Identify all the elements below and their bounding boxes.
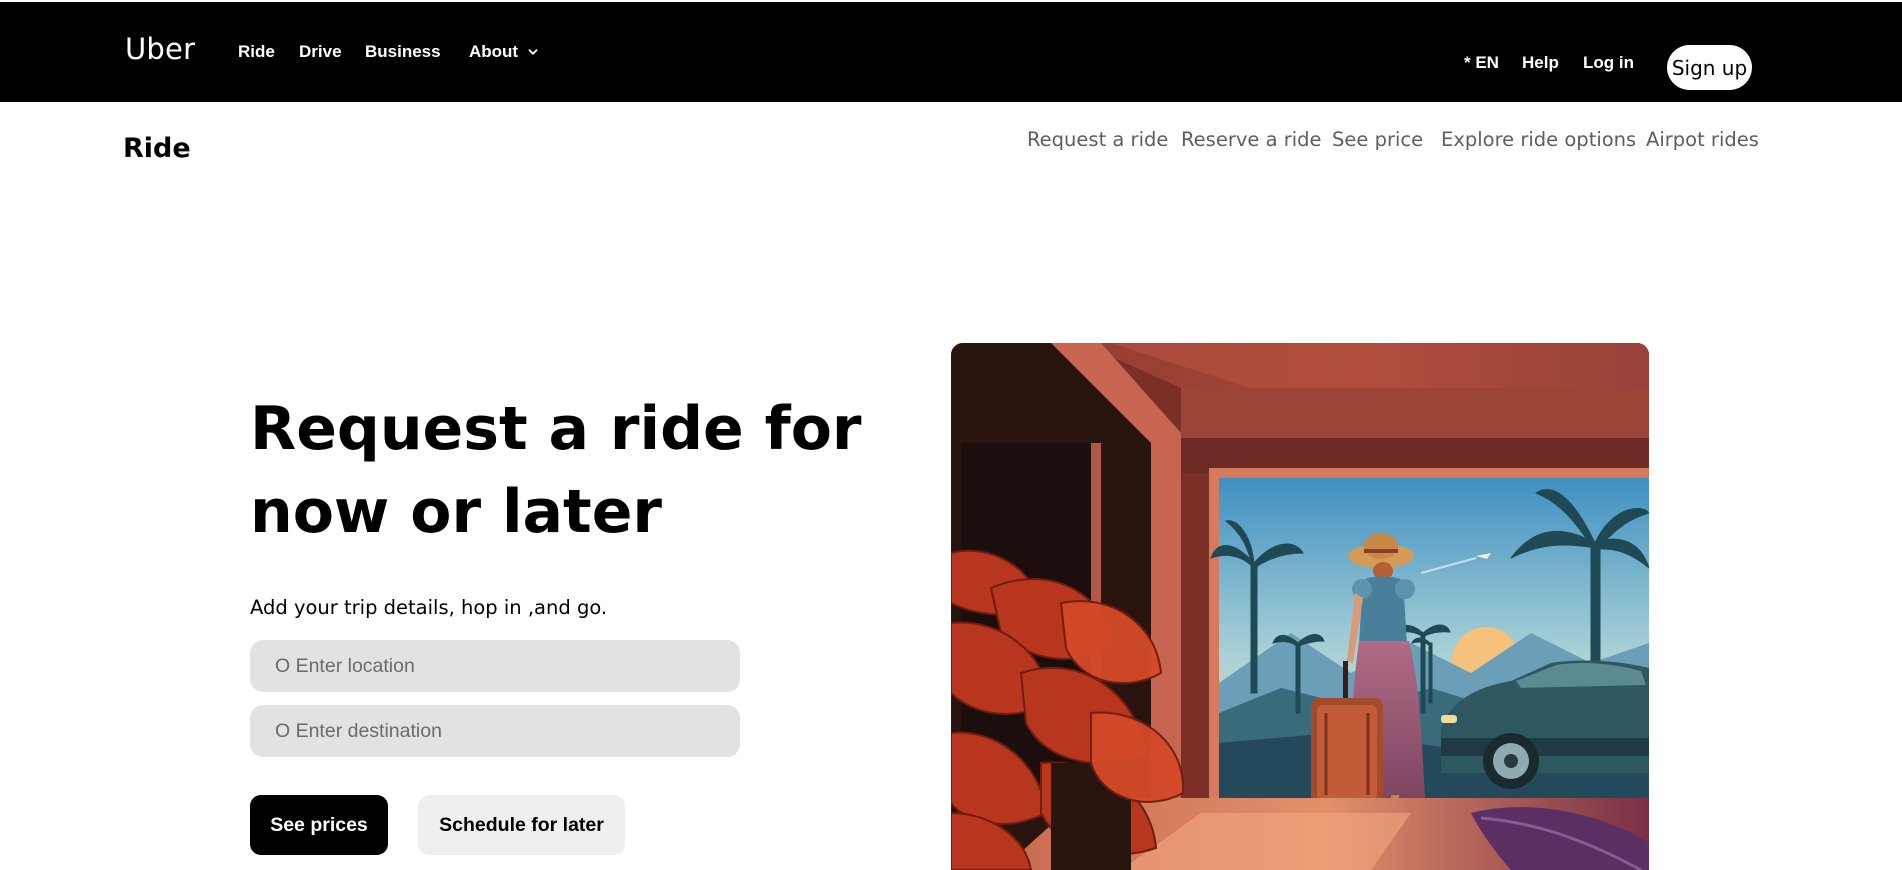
schedule-later-button[interactable]: Schedule for later xyxy=(418,795,625,855)
hero-title: Request a ride for now or later xyxy=(250,388,870,554)
subnav-request-ride[interactable]: Request a ride xyxy=(1027,128,1168,151)
uber-logo[interactable]: Uber xyxy=(125,32,195,66)
nav-about-label: About xyxy=(469,42,519,61)
destination-input[interactable] xyxy=(250,705,740,757)
nav-about-dropdown[interactable]: About xyxy=(469,42,538,62)
nav-link-business[interactable]: Business xyxy=(365,42,441,62)
subnav-airport-rides[interactable]: Airpot rides xyxy=(1646,128,1759,151)
chevron-down-icon xyxy=(528,49,538,55)
nav-link-drive[interactable]: Drive xyxy=(299,42,342,62)
see-prices-button[interactable]: See prices xyxy=(250,795,388,855)
top-navigation-bar: Uber Ride Drive Business About * EN Help… xyxy=(0,2,1902,102)
login-link[interactable]: Log in xyxy=(1583,53,1634,73)
help-link[interactable]: Help xyxy=(1522,53,1559,73)
location-input[interactable] xyxy=(250,640,740,692)
hero-title-line-2: now or later xyxy=(250,477,662,547)
hero-subtitle: Add your trip details, hop in ,and go. xyxy=(250,596,608,619)
traveler-illustration xyxy=(951,343,1649,870)
subnav-reserve-ride[interactable]: Reserve a ride xyxy=(1181,128,1322,151)
hero-title-line-1: Request a ride for xyxy=(250,394,862,464)
nav-link-ride[interactable]: Ride xyxy=(238,42,275,62)
language-selector[interactable]: * EN xyxy=(1464,53,1499,73)
subnav-see-price[interactable]: See price xyxy=(1332,128,1423,151)
subnav-explore-options[interactable]: Explore ride options xyxy=(1441,128,1636,151)
section-title: Ride xyxy=(123,133,191,164)
signup-button[interactable]: Sign up xyxy=(1667,45,1752,90)
hero-illustration xyxy=(951,343,1649,870)
